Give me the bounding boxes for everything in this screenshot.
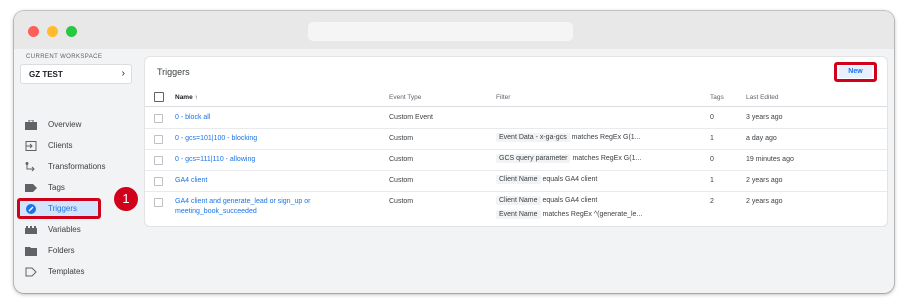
trigger-name-link[interactable]: GA4 client xyxy=(175,176,335,186)
filter-field-chip: GCS query parameter xyxy=(496,154,571,163)
filter-condition: GCS query parameter matches RegEx G(1... xyxy=(496,154,641,163)
sidebar: CURRENT WORKSPACE GZ TEST › Overview Cli… xyxy=(14,49,140,293)
workspace-name: GZ TEST xyxy=(29,70,63,79)
table-row[interactable]: 0 - gcs=101|100 - blocking Custom Event … xyxy=(145,129,887,150)
minimize-window-button[interactable] xyxy=(47,26,58,37)
trigger-name-link[interactable]: 0 - gcs=111|110 - allowing xyxy=(175,155,335,165)
filter-field-chip: Client Name xyxy=(496,196,541,205)
page-title: Triggers xyxy=(157,67,190,77)
filter-field-chip: Event Data - x-ga-gcs xyxy=(496,133,570,142)
chevron-right-icon: › xyxy=(121,68,125,79)
column-header-filter: Filter xyxy=(496,94,511,101)
table-row[interactable]: 0 - gcs=111|110 - allowing Custom GCS qu… xyxy=(145,150,887,171)
filter-field-chip: Event Name xyxy=(496,210,541,219)
filter-condition: Event Data - x-ga-gcs matches RegEx G(1.… xyxy=(496,133,641,142)
template-icon xyxy=(25,267,37,277)
table-row[interactable]: 0 - block all Custom Event 0 3 years ago xyxy=(145,108,887,129)
last-edited: 2 years ago xyxy=(746,177,783,184)
tag-icon xyxy=(25,184,37,192)
filter-condition: Client Name equals GA4 client xyxy=(496,175,597,184)
browser-window: CURRENT WORKSPACE GZ TEST › Overview Cli… xyxy=(14,11,894,293)
select-all-checkbox[interactable] xyxy=(154,92,164,102)
sidebar-item-label: Tags xyxy=(48,183,65,192)
folder-icon xyxy=(25,247,37,256)
sidebar-item-label: Templates xyxy=(48,267,85,276)
filter-operator: matches RegEx G(1... xyxy=(571,134,641,141)
table-row[interactable]: GA4 client Custom Client Name equals GA4… xyxy=(145,171,887,192)
filter-condition: Client Name equals GA4 client xyxy=(496,196,597,205)
address-bar[interactable] xyxy=(308,22,573,41)
event-type: Custom Event xyxy=(389,114,433,121)
filter-operator: matches RegEx ^(generate_le... xyxy=(542,211,643,218)
row-checkbox[interactable] xyxy=(154,177,163,186)
column-header-event-type[interactable]: Event Type xyxy=(389,94,421,101)
column-header-tags[interactable]: Tags xyxy=(710,94,724,101)
last-edited: 3 years ago xyxy=(746,114,783,121)
row-checkbox[interactable] xyxy=(154,114,163,123)
sidebar-item-overview[interactable]: Overview xyxy=(14,116,140,134)
new-button[interactable]: New xyxy=(839,66,872,78)
sidebar-item-label: Overview xyxy=(48,120,82,129)
event-type: Custom xyxy=(389,135,414,142)
sidebar-item-label: Clients xyxy=(48,141,73,150)
trigger-name-link[interactable]: GA4 client and generate_lead or sign_up … xyxy=(175,197,335,217)
trigger-name-link[interactable]: 0 - gcs=101|100 - blocking xyxy=(175,134,335,144)
sidebar-item-label: Transformations xyxy=(48,162,106,171)
tags-count: 2 xyxy=(710,198,714,205)
sidebar-item-clients[interactable]: Clients xyxy=(14,137,140,155)
trigger-icon xyxy=(26,204,36,214)
sidebar-item-variables[interactable]: Variables xyxy=(14,221,140,239)
maximize-window-button[interactable] xyxy=(66,26,77,37)
title-bar xyxy=(14,11,894,49)
close-window-button[interactable] xyxy=(28,26,39,37)
filter-operator: equals GA4 client xyxy=(542,197,598,204)
table-row[interactable]: GA4 client and generate_lead or sign_up … xyxy=(145,192,887,226)
column-header-last-edited[interactable]: Last Edited xyxy=(746,94,779,101)
tags-count: 1 xyxy=(710,177,714,184)
last-edited: 19 minutes ago xyxy=(746,156,794,163)
filter-operator: matches RegEx G(1... xyxy=(572,155,642,162)
client-icon xyxy=(25,141,37,151)
row-checkbox[interactable] xyxy=(154,156,163,165)
event-type: Custom xyxy=(389,177,414,184)
sidebar-item-templates[interactable]: Templates xyxy=(14,263,140,281)
triggers-card: Triggers New Name ↑ Event Type Filter Ta… xyxy=(145,57,887,226)
filter-condition: Event Name matches RegEx ^(generate_le..… xyxy=(496,210,642,219)
sidebar-item-folders[interactable]: Folders xyxy=(14,242,140,260)
trigger-name-link[interactable]: 0 - block all xyxy=(175,113,335,123)
variable-icon xyxy=(25,226,37,234)
workspace-label: CURRENT WORKSPACE xyxy=(26,54,103,60)
tags-count: 0 xyxy=(710,114,714,121)
row-checkbox[interactable] xyxy=(154,198,163,207)
tags-count: 0 xyxy=(710,156,714,163)
column-header-name[interactable]: Name ↑ xyxy=(175,94,198,101)
sidebar-item-label: Folders xyxy=(48,246,75,255)
last-edited: 2 years ago xyxy=(746,198,783,205)
transform-icon xyxy=(25,162,35,172)
briefcase-icon xyxy=(25,120,37,130)
sidebar-item-transformations[interactable]: Transformations xyxy=(14,158,140,176)
tags-count: 1 xyxy=(710,135,714,142)
filter-operator: equals GA4 client xyxy=(542,176,598,183)
new-button-highlight: New xyxy=(834,62,877,82)
sidebar-item-label: Variables xyxy=(48,225,81,234)
sidebar-item-label: Triggers xyxy=(48,204,78,213)
row-checkbox[interactable] xyxy=(154,135,163,144)
filter-field-chip: Client Name xyxy=(496,175,541,184)
last-edited: a day ago xyxy=(746,135,777,142)
workspace-selector[interactable]: GZ TEST › xyxy=(20,64,132,84)
step-1-badge: 1 xyxy=(114,187,138,211)
event-type: Custom xyxy=(389,156,414,163)
table-header: Name ↑ Event Type Filter Tags Last Edite… xyxy=(145,89,887,107)
event-type: Custom xyxy=(389,198,414,205)
